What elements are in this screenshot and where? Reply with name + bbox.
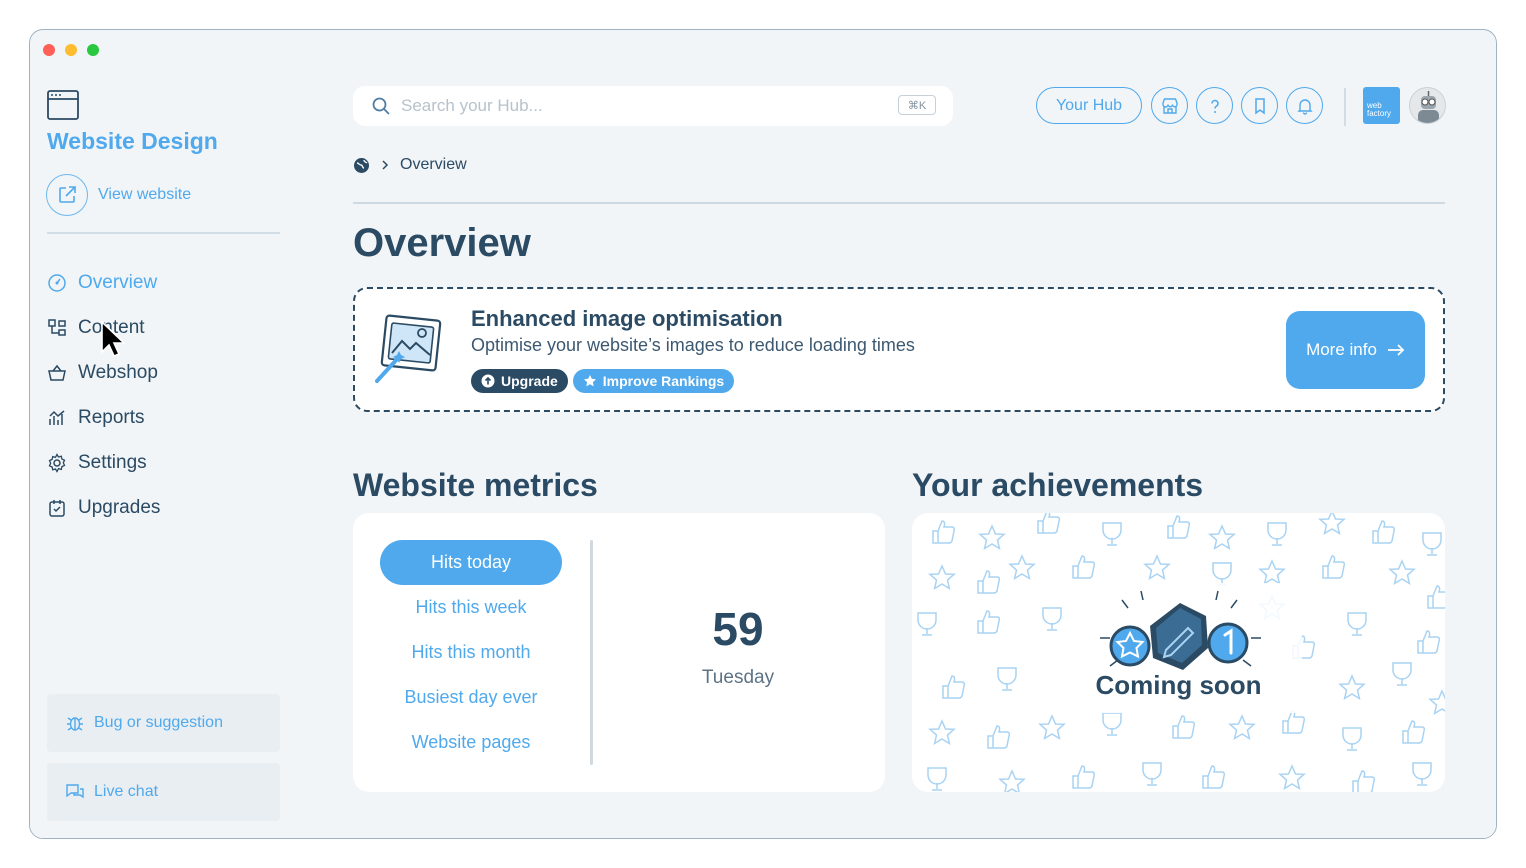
- store-icon: [1161, 97, 1178, 114]
- sidebar-item-settings[interactable]: Settings: [47, 440, 160, 485]
- tab-hits-this-month[interactable]: Hits this month: [380, 630, 562, 675]
- rankings-tag: Improve Rankings: [572, 369, 735, 393]
- achievements-title: Your achievements: [912, 467, 1204, 503]
- mouse-cursor-icon: [101, 320, 126, 358]
- webfactory-logo[interactable]: web factory: [1363, 87, 1400, 124]
- tab-hits-today[interactable]: Hits today: [380, 540, 562, 585]
- metric-day: Tuesday: [701, 667, 775, 688]
- sidebar-item-label: Webshop: [78, 361, 158, 383]
- metrics-divider: [590, 540, 593, 765]
- metrics-card: Hits today Hits this week Hits this mont…: [353, 513, 885, 792]
- chevron-right-icon: [382, 160, 389, 170]
- basket-icon: [48, 364, 66, 381]
- main-content: ⌘K Your Hub web factory Overview Overv: [298, 70, 1496, 838]
- star-icon: [583, 375, 596, 387]
- bookmark-button[interactable]: [1241, 87, 1278, 124]
- view-website-label: View website: [98, 186, 192, 203]
- store-button[interactable]: [1151, 87, 1188, 124]
- user-avatar[interactable]: [1409, 87, 1446, 124]
- arrow-up-circle-icon: [481, 374, 495, 388]
- maximize-window-button[interactable]: [87, 44, 99, 56]
- achievement-badge-icon: [1100, 590, 1261, 670]
- browser-window-icon: [47, 90, 79, 125]
- breadcrumb: Overview: [353, 156, 467, 174]
- sidebar-divider: [47, 232, 280, 234]
- search-shortcut-badge: ⌘K: [898, 95, 936, 115]
- chart-icon: [49, 409, 65, 425]
- home-globe-icon[interactable]: [353, 157, 370, 174]
- page-title: Overview: [353, 221, 531, 265]
- external-link-icon: [46, 174, 88, 216]
- metric-value: 59: [712, 603, 764, 655]
- upgrade-tag: Upgrade: [471, 369, 568, 393]
- promo-tags: Upgrade Improve Rankings: [471, 369, 735, 393]
- bell-icon: [1296, 98, 1313, 115]
- promo-title: Enhanced image optimisation: [471, 306, 783, 331]
- sidebar-item-upgrades[interactable]: Upgrades: [47, 485, 160, 530]
- arrow-right-icon: [1387, 344, 1405, 356]
- chat-icon: [66, 784, 84, 799]
- breadcrumb-current: Overview: [400, 156, 467, 173]
- tab-hits-this-week[interactable]: Hits this week: [380, 585, 562, 630]
- header-divider: [1344, 88, 1346, 126]
- promo-banner: Enhanced image optimisation Optimise you…: [353, 287, 1445, 412]
- bookmark-icon: [1254, 97, 1265, 114]
- metrics-tabs: Hits today Hits this week Hits this mont…: [380, 540, 562, 765]
- sidebar-item-label: Reports: [78, 406, 145, 428]
- notifications-button[interactable]: [1286, 87, 1323, 124]
- site-title: Website Design: [47, 128, 218, 154]
- image-magic-icon: [374, 313, 444, 390]
- sidebar-item-reports[interactable]: Reports: [47, 395, 160, 440]
- more-info-label: More info: [1306, 340, 1377, 359]
- header-separator: [353, 202, 1445, 204]
- your-hub-button[interactable]: Your Hub: [1036, 87, 1142, 124]
- app-window: Website Design View website Overview Con…: [29, 29, 1497, 839]
- more-info-button[interactable]: More info: [1286, 311, 1425, 389]
- help-icon: [1210, 99, 1219, 113]
- tab-website-pages[interactable]: Website pages: [380, 720, 562, 765]
- upgrade-tag-label: Upgrade: [501, 373, 558, 389]
- achievements-card: Coming soon: [912, 513, 1445, 792]
- help-button[interactable]: [1196, 87, 1233, 124]
- search-bar[interactable]: ⌘K: [353, 86, 953, 126]
- coming-soon-label: Coming soon: [1095, 670, 1262, 700]
- promo-description: Optimise your website’s images to reduce…: [471, 335, 915, 355]
- logo-text-factory: factory: [1367, 109, 1392, 118]
- search-input[interactable]: [401, 96, 881, 116]
- view-website-link[interactable]: View website: [46, 174, 191, 216]
- bug-report-label: Bug or suggestion: [94, 714, 223, 731]
- metrics-title: Website metrics: [353, 467, 598, 503]
- sidebar-item-label: Settings: [78, 451, 147, 473]
- sidebar: Website Design View website Overview Con…: [30, 70, 298, 838]
- sidebar-item-label: Overview: [78, 271, 158, 293]
- live-chat-button[interactable]: Live chat: [47, 763, 280, 821]
- upgrade-icon: [49, 499, 65, 517]
- live-chat-label: Live chat: [94, 783, 159, 800]
- rankings-tag-label: Improve Rankings: [602, 373, 725, 389]
- bug-icon: [67, 717, 83, 731]
- dashboard-icon: [48, 273, 66, 292]
- tab-busiest-day-ever[interactable]: Busiest day ever: [380, 675, 562, 720]
- content-icon: [48, 318, 66, 336]
- sidebar-nav: Overview Content Webshop Reports Setting…: [47, 260, 160, 530]
- sidebar-item-label: Upgrades: [78, 496, 161, 518]
- bug-report-button[interactable]: Bug or suggestion: [47, 694, 280, 752]
- sidebar-item-overview[interactable]: Overview: [47, 260, 160, 305]
- gear-icon: [48, 452, 66, 473]
- window-controls: [43, 44, 99, 56]
- search-icon: [372, 97, 390, 115]
- minimize-window-button[interactable]: [65, 44, 77, 56]
- close-window-button[interactable]: [43, 44, 55, 56]
